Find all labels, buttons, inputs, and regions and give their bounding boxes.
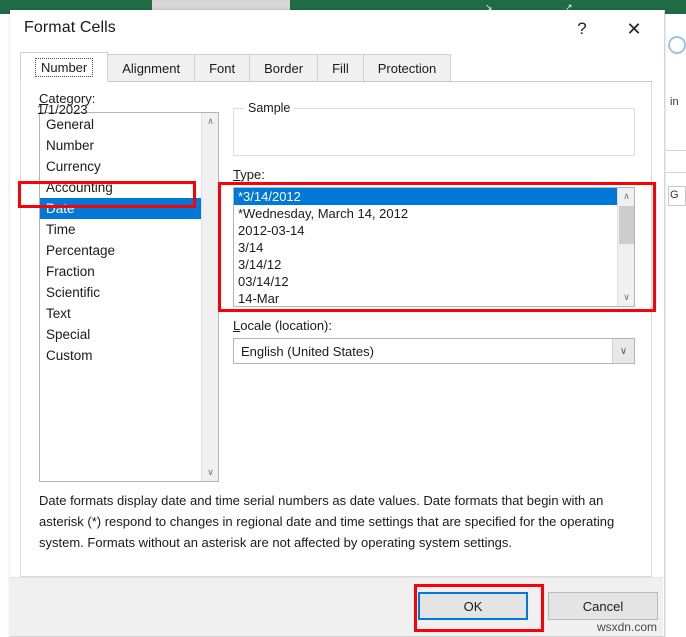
sample-group: Sample xyxy=(233,101,635,156)
dialog-title: Format Cells xyxy=(24,19,116,36)
excel-gridline-1 xyxy=(666,150,686,151)
locale-selected-value: English (United States) xyxy=(241,343,374,359)
type-item-2[interactable]: 2012-03-14 xyxy=(234,222,619,239)
category-scroll-down-icon[interactable]: ∨ xyxy=(202,464,218,481)
category-item-percentage[interactable]: Percentage xyxy=(40,240,203,261)
type-listbox[interactable]: *3/14/2012 *Wednesday, March 14, 2012 20… xyxy=(233,187,635,307)
excel-cell-text: G xyxy=(670,189,679,201)
type-item-4[interactable]: 3/14/12 xyxy=(234,256,619,273)
tab-font-label: Font xyxy=(209,60,236,76)
category-item-general[interactable]: General xyxy=(40,114,203,135)
sample-legend: Sample xyxy=(244,101,295,115)
category-listbox[interactable]: General Number Currency Accounting Date … xyxy=(39,112,219,482)
type-scrollbar[interactable]: ∧ ∨ xyxy=(617,188,634,306)
excel-circle-graphic xyxy=(668,36,686,54)
category-item-number[interactable]: Number xyxy=(40,135,203,156)
category-item-currency[interactable]: Currency xyxy=(40,156,203,177)
locale-label: Locale (location): xyxy=(233,318,332,333)
dialog-footer: OK Cancel wsxdn.com xyxy=(10,577,663,636)
tabstrip-underline xyxy=(20,81,652,82)
category-list-items: General Number Currency Accounting Date … xyxy=(40,113,203,481)
category-item-fraction[interactable]: Fraction xyxy=(40,261,203,282)
tab-alignment-label: Alignment xyxy=(122,60,181,76)
tabstrip: Number Alignment Font Border Fill Protec… xyxy=(20,52,652,82)
category-item-time[interactable]: Time xyxy=(40,219,203,240)
type-scrollbar-thumb[interactable] xyxy=(619,206,634,244)
category-item-date[interactable]: Date xyxy=(40,198,203,219)
category-item-scientific[interactable]: Scientific xyxy=(40,282,203,303)
type-item-6[interactable]: 14-Mar xyxy=(234,290,619,306)
type-item-3[interactable]: 3/14 xyxy=(234,239,619,256)
category-item-special[interactable]: Special xyxy=(40,324,203,345)
cancel-button[interactable]: Cancel xyxy=(548,592,658,620)
type-item-0[interactable]: *3/14/2012 xyxy=(234,188,619,205)
sample-value: 1/1/2023 xyxy=(37,102,88,117)
category-item-text[interactable]: Text xyxy=(40,303,203,324)
excel-ribbon-right xyxy=(666,0,686,14)
tab-alignment[interactable]: Alignment xyxy=(107,54,196,82)
watermark: wsxdn.com xyxy=(596,620,657,634)
category-item-accounting[interactable]: Accounting xyxy=(40,177,203,198)
locale-label-rest: ocale (location): xyxy=(240,318,333,333)
category-item-custom[interactable]: Custom xyxy=(40,345,203,366)
number-tab-panel: Category: General Number Currency Accoun… xyxy=(20,82,652,577)
category-scroll-up-icon[interactable]: ∧ xyxy=(202,113,218,130)
tab-border[interactable]: Border xyxy=(249,54,319,82)
tab-protection-label: Protection xyxy=(377,60,437,76)
tab-protection[interactable]: Protection xyxy=(362,54,452,82)
chevron-down-icon[interactable]: ∨ xyxy=(612,339,634,363)
type-scroll-up-icon[interactable]: ∧ xyxy=(618,188,634,205)
type-list-items: *3/14/2012 *Wednesday, March 14, 2012 20… xyxy=(234,188,619,306)
tab-border-label: Border xyxy=(264,60,304,76)
tab-number-label: Number xyxy=(35,57,94,77)
dialog-titlebar: Format Cells ? ✕ xyxy=(10,10,664,50)
excel-text-fragment: in xyxy=(670,96,679,108)
tab-font[interactable]: Font xyxy=(194,54,251,82)
tab-number[interactable]: Number xyxy=(20,52,109,82)
format-description: Date formats display date and time seria… xyxy=(39,493,615,550)
excel-gridline-2 xyxy=(666,172,686,173)
type-label: Type: xyxy=(233,167,265,182)
help-icon[interactable]: ? xyxy=(560,10,604,48)
locale-combobox[interactable]: English (United States) ∨ xyxy=(233,338,635,364)
ok-button[interactable]: OK xyxy=(418,592,528,620)
type-label-rest: ype: xyxy=(240,167,265,182)
close-icon[interactable]: ✕ xyxy=(612,10,656,48)
tab-fill[interactable]: Fill xyxy=(317,54,364,82)
type-item-5[interactable]: 03/14/12 xyxy=(234,273,619,290)
format-cells-dialog: Format Cells ? ✕ Number Alignment Font B… xyxy=(10,10,665,637)
category-scrollbar[interactable]: ∧ ∨ xyxy=(201,113,218,481)
type-scroll-down-icon[interactable]: ∨ xyxy=(618,289,634,306)
type-item-1[interactable]: *Wednesday, March 14, 2012 xyxy=(234,205,619,222)
tab-fill-label: Fill xyxy=(332,60,349,76)
